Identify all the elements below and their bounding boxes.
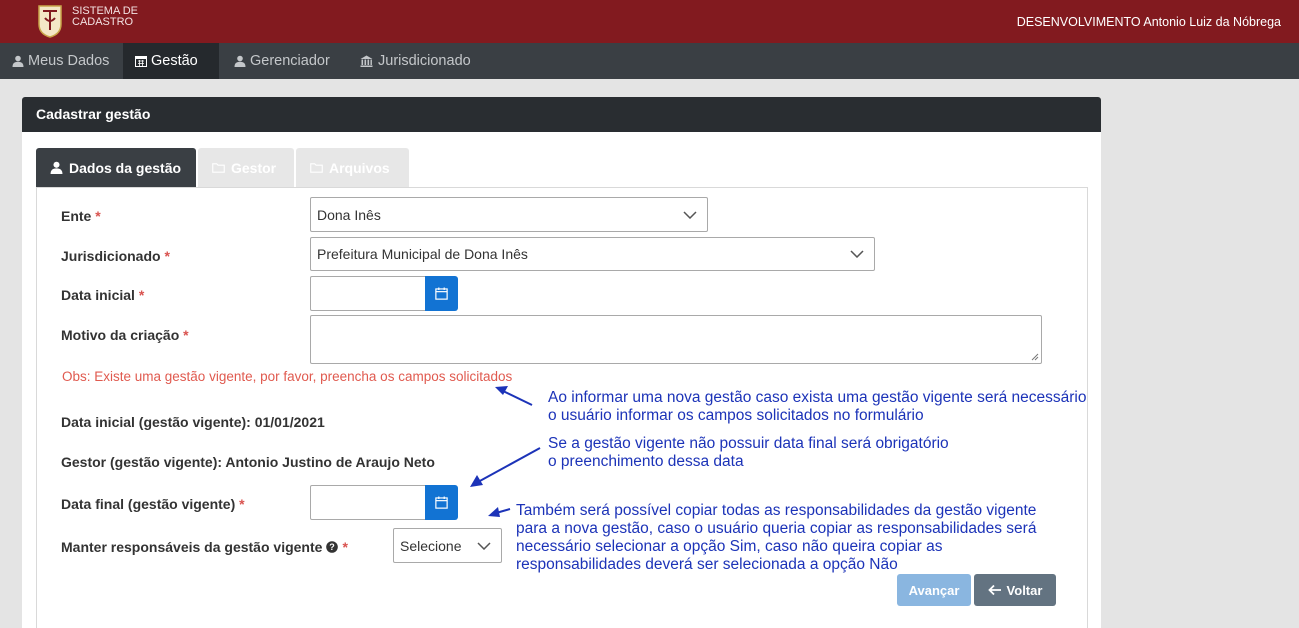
motivo-textarea[interactable] <box>310 315 1042 364</box>
top-header: SISTEMA DE CADASTRO DESENVOLVIMENTO Anto… <box>0 0 1299 43</box>
user-icon <box>12 55 24 67</box>
nav-item-label: Meus Dados <box>28 53 110 69</box>
gestor-vigente-text: Gestor (gestão vigente): Antonio Justino… <box>61 454 435 470</box>
avancar-label: Avançar <box>908 582 960 598</box>
avancar-button[interactable]: Avançar <box>897 574 971 606</box>
jurisdicionado-label: Jurisdicionado * <box>61 248 170 264</box>
institution-icon <box>360 55 373 67</box>
calendar-icon <box>135 56 147 67</box>
data-final-input[interactable] <box>310 485 426 520</box>
annotation-note-2: Se a gestão vigente não possuir data fin… <box>548 435 949 470</box>
data-final-label: Data final (gestão vigente) * <box>61 496 245 512</box>
question-circle-icon[interactable]: ? <box>326 541 339 553</box>
nav-item-label: Gerenciador <box>250 53 330 69</box>
annotation-note-3: Também será possível copiar todas as res… <box>516 502 1037 573</box>
tab-label: Arquivos <box>329 159 390 176</box>
chevron-down-icon <box>683 210 697 219</box>
ente-select[interactable]: Dona Inês <box>310 197 708 232</box>
manter-label: Manter responsáveis da gestão vigente ? … <box>61 539 348 555</box>
tab-label: Dados da gestão <box>69 159 182 176</box>
data-inicial-vigente-text: Data inicial (gestão vigente): 01/01/202… <box>61 414 325 430</box>
nav-item-label: Jurisdicionado <box>378 53 471 69</box>
voltar-button[interactable]: Voltar <box>974 574 1056 606</box>
ente-value: Dona Inês <box>317 206 381 223</box>
obs-warning-text: Obs: Existe uma gestão vigente, por favo… <box>62 369 513 384</box>
nav-item-label: Gestão <box>151 53 198 69</box>
chevron-down-icon <box>477 541 491 550</box>
svg-text:?: ? <box>330 542 336 552</box>
nav-item-meus-dados[interactable]: Meus Dados <box>0 43 121 79</box>
annotation-note-1: Ao informar uma nova gestão caso exista … <box>548 389 1087 424</box>
brand-line-2: CADASTRO <box>72 16 134 28</box>
jurisdicionado-value: Prefeitura Municipal de Dona Inês <box>317 246 528 262</box>
resize-handle-icon[interactable] <box>1031 353 1039 361</box>
folder-icon <box>212 163 225 173</box>
data-inicial-label: Data inicial * <box>61 287 145 303</box>
calendar-icon <box>435 496 448 509</box>
voltar-label: Voltar <box>1006 582 1043 598</box>
brand-title: SISTEMA DE CADASTRO <box>72 6 138 28</box>
user-info[interactable]: DESENVOLVIMENTO Antonio Luiz da Nóbrega <box>1017 15 1281 29</box>
nav-item-gestao[interactable]: Gestão <box>123 43 219 79</box>
tab-arquivos[interactable]: Arquivos <box>296 148 409 187</box>
arrow-left-icon <box>987 584 1001 596</box>
user-icon <box>50 161 63 174</box>
nav-item-jurisdicionado[interactable]: Jurisdicionado <box>347 43 483 79</box>
tab-label: Gestor <box>231 159 277 176</box>
card-title: Cadastrar gestão <box>22 97 1101 132</box>
tab-dados-da-gestao[interactable]: Dados da gestão <box>36 148 196 187</box>
folder-icon <box>310 163 323 173</box>
crest-logo-icon <box>38 5 62 38</box>
nav-item-gerenciador[interactable]: Gerenciador <box>222 43 342 79</box>
data-final-calendar-button[interactable] <box>425 485 458 520</box>
manter-select[interactable]: Selecione <box>393 528 502 563</box>
main-nav: Meus Dados Gestão Gerenciador Jurisdicio… <box>0 43 1299 79</box>
chevron-down-icon <box>850 250 864 258</box>
data-inicial-input[interactable] <box>310 276 426 311</box>
user-icon <box>234 55 246 67</box>
tab-gestor[interactable]: Gestor <box>198 148 294 187</box>
manter-value: Selecione <box>400 537 462 554</box>
data-inicial-calendar-button[interactable] <box>425 276 458 311</box>
calendar-icon <box>435 287 448 300</box>
motivo-label: Motivo da criação * <box>61 327 189 343</box>
ente-label: Ente * <box>61 208 101 224</box>
jurisdicionado-select[interactable]: Prefeitura Municipal de Dona Inês <box>310 237 875 271</box>
